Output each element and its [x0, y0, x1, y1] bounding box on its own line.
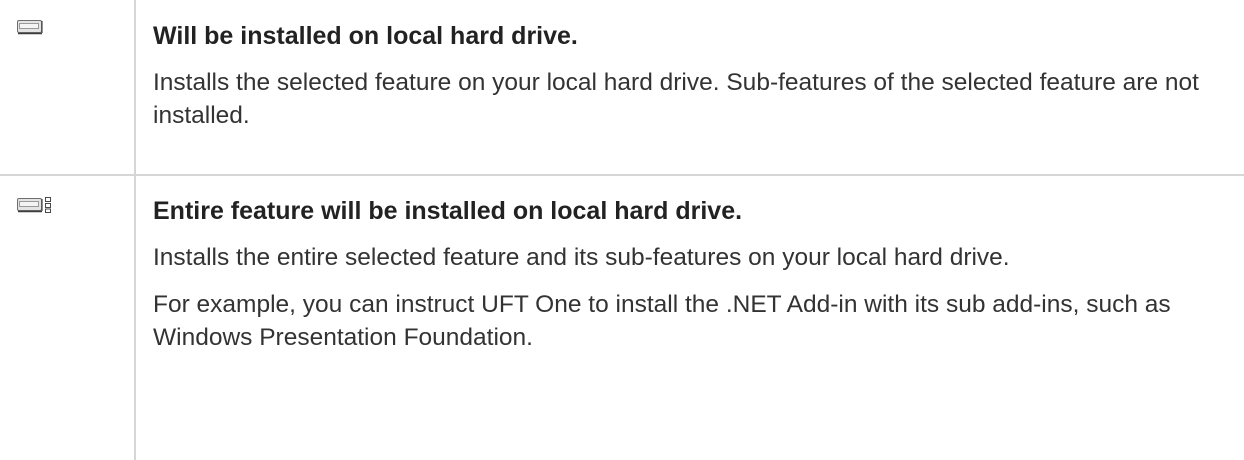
option-description: Installs the entire selected feature and…: [153, 244, 1010, 271]
option-title: Entire feature will be installed on loca…: [153, 197, 743, 225]
description-cell: Will be installed on local hard drive. I…: [135, 0, 1244, 176]
option-title: Will be installed on local hard drive.: [153, 22, 578, 50]
option-description: Installs the selected feature on your lo…: [153, 69, 1199, 129]
table-row: Entire feature will be installed on loca…: [0, 175, 1244, 460]
hard-drive-entire-feature-icon: [17, 196, 53, 219]
install-options-table: Will be installed on local hard drive. I…: [0, 0, 1244, 460]
table-row: Will be installed on local hard drive. I…: [0, 0, 1244, 176]
option-example: For example, you can instruct UFT One to…: [153, 291, 1171, 351]
hard-drive-icon: [17, 19, 43, 40]
description-cell: Entire feature will be installed on loca…: [135, 175, 1244, 460]
icon-cell: [0, 0, 136, 176]
icon-cell: [0, 175, 136, 460]
